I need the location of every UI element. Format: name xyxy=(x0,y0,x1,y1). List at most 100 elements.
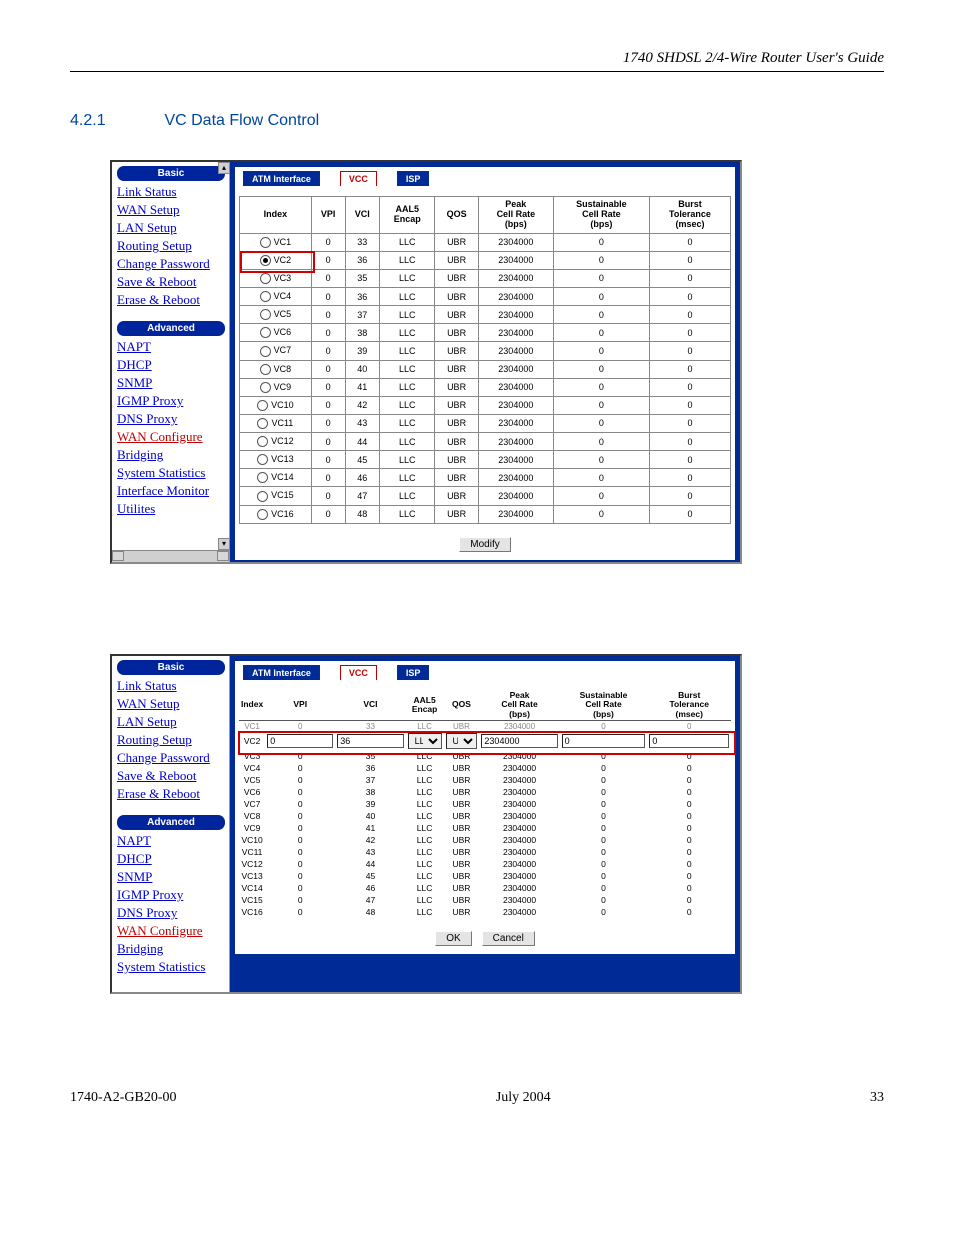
tab-isp[interactable]: ISP xyxy=(397,171,430,186)
sidebar-item-interface-monitor[interactable]: Interface Monitor xyxy=(115,482,229,500)
table-row[interactable]: VC14046LLCUBR230400000 xyxy=(240,469,731,487)
burst-input[interactable] xyxy=(649,734,729,748)
cell-vci: 43 xyxy=(345,414,380,432)
cancel-button[interactable]: Cancel xyxy=(482,931,535,946)
modify-button[interactable]: Modify xyxy=(459,537,510,552)
tab-atm-interface[interactable]: ATM Interface xyxy=(243,171,320,186)
table-row[interactable]: VC4036LLCUBR230400000 xyxy=(240,288,731,306)
encap-select[interactable]: LLC xyxy=(408,733,442,749)
sidebar-item-save-reboot[interactable]: Save & Reboot xyxy=(115,767,229,785)
sidebar-item-link-status[interactable]: Link Status xyxy=(115,677,229,695)
sidebar-item-wan-setup[interactable]: WAN Setup xyxy=(115,201,229,219)
cell-vpi: 0 xyxy=(311,396,345,414)
sidebar-item-dhcp[interactable]: DHCP xyxy=(115,850,229,868)
sidebar-item-dns-proxy[interactable]: DNS Proxy xyxy=(115,904,229,922)
table-row[interactable]: VC3035LLCUBR230400000 xyxy=(240,269,731,287)
table-row: VC7039LLCUBR230400000 xyxy=(239,798,731,810)
sidebar-item-system-statistics[interactable]: System Statistics xyxy=(115,958,229,976)
cell-encap: LLC xyxy=(380,251,435,269)
row-radio[interactable] xyxy=(260,237,271,248)
cell-vci: 35 xyxy=(345,269,380,287)
sidebar-item-lan-setup[interactable]: LAN Setup xyxy=(115,713,229,731)
sidebar: Basic Link StatusWAN SetupLAN SetupRouti… xyxy=(112,656,230,992)
sidebar-item-save-reboot[interactable]: Save & Reboot xyxy=(115,273,229,291)
sidebar-item-igmp-proxy[interactable]: IGMP Proxy xyxy=(115,392,229,410)
sidebar-item-dns-proxy[interactable]: DNS Proxy xyxy=(115,410,229,428)
row-radio[interactable] xyxy=(260,382,271,393)
row-radio[interactable] xyxy=(260,309,271,320)
row-radio[interactable] xyxy=(257,418,268,429)
cell-encap: LLC xyxy=(406,798,444,810)
sidebar-item-wan-configure[interactable]: WAN Configure xyxy=(115,428,229,446)
table-row[interactable]: VC2036LLCUBR230400000 xyxy=(240,251,731,269)
row-radio[interactable] xyxy=(260,327,271,338)
tab-vcc[interactable]: VCC xyxy=(340,171,377,186)
sidebar-item-lan-setup[interactable]: LAN Setup xyxy=(115,219,229,237)
sidebar-item-utilites[interactable]: Utilites xyxy=(115,500,229,518)
sidebar-item-wan-configure[interactable]: WAN Configure xyxy=(115,922,229,940)
tab-isp[interactable]: ISP xyxy=(397,665,430,680)
peak-input[interactable] xyxy=(481,734,557,748)
scroll-up-icon[interactable]: ▴ xyxy=(218,162,230,174)
row-radio[interactable] xyxy=(257,454,268,465)
row-index: VC16 xyxy=(271,509,294,519)
table-row[interactable]: VC6038LLCUBR230400000 xyxy=(240,324,731,342)
row-radio[interactable] xyxy=(260,346,271,357)
sidebar-item-routing-setup[interactable]: Routing Setup xyxy=(115,237,229,255)
row-radio[interactable] xyxy=(257,472,268,483)
sidebar-item-change-password[interactable]: Change Password xyxy=(115,749,229,767)
sidebar-item-bridging[interactable]: Bridging xyxy=(115,446,229,464)
cell-idx: VC7 xyxy=(239,798,265,810)
row-radio[interactable] xyxy=(260,273,271,284)
table-row[interactable]: VC1033LLCUBR230400000 xyxy=(240,233,731,251)
cell-vpi: 0 xyxy=(311,360,345,378)
table-row[interactable]: VC12044LLCUBR230400000 xyxy=(240,433,731,451)
qos-select[interactable]: UBR xyxy=(446,733,478,749)
row-radio[interactable] xyxy=(260,291,271,302)
cell-sus: 0 xyxy=(553,469,649,487)
row-radio[interactable] xyxy=(260,364,271,375)
cell-burst: 0 xyxy=(647,858,731,870)
table-row[interactable]: VC15047LLCUBR230400000 xyxy=(240,487,731,505)
table-row[interactable]: VC13045LLCUBR230400000 xyxy=(240,451,731,469)
scroll-down-icon[interactable]: ▾ xyxy=(218,538,230,550)
cell-burst: 0 xyxy=(649,487,730,505)
column-header: SustainableCell Rate(bps) xyxy=(560,690,648,721)
sidebar-item-snmp[interactable]: SNMP xyxy=(115,374,229,392)
sidebar-item-change-password[interactable]: Change Password xyxy=(115,255,229,273)
table-row[interactable]: VC7039LLCUBR230400000 xyxy=(240,342,731,360)
table-row[interactable]: VC11043LLCUBR230400000 xyxy=(240,414,731,432)
sidebar-category-basic: Basic xyxy=(117,660,225,675)
tab-atm-interface[interactable]: ATM Interface xyxy=(243,665,320,680)
sidebar-item-system-statistics[interactable]: System Statistics xyxy=(115,464,229,482)
table-row[interactable]: VC16048LLCUBR230400000 xyxy=(240,505,731,523)
cell-encap: LLC xyxy=(406,846,444,858)
table-row[interactable]: VC5037LLCUBR230400000 xyxy=(240,306,731,324)
sidebar-item-snmp[interactable]: SNMP xyxy=(115,868,229,886)
sidebar-item-erase-reboot[interactable]: Erase & Reboot xyxy=(115,785,229,803)
sidebar-item-napt[interactable]: NAPT xyxy=(115,832,229,850)
row-radio[interactable] xyxy=(257,491,268,502)
sidebar-item-link-status[interactable]: Link Status xyxy=(115,183,229,201)
row-radio[interactable] xyxy=(257,400,268,411)
sidebar-item-routing-setup[interactable]: Routing Setup xyxy=(115,731,229,749)
table-row[interactable]: VC9041LLCUBR230400000 xyxy=(240,378,731,396)
sidebar-item-igmp-proxy[interactable]: IGMP Proxy xyxy=(115,886,229,904)
cell-burst: 0 xyxy=(649,342,730,360)
sidebar-item-napt[interactable]: NAPT xyxy=(115,338,229,356)
table-row[interactable]: VC8040LLCUBR230400000 xyxy=(240,360,731,378)
vpi-input[interactable] xyxy=(267,734,333,748)
sidebar-item-bridging[interactable]: Bridging xyxy=(115,940,229,958)
vci-input[interactable] xyxy=(337,734,403,748)
sidebar-item-wan-setup[interactable]: WAN Setup xyxy=(115,695,229,713)
ok-button[interactable]: OK xyxy=(435,931,471,946)
row-radio[interactable] xyxy=(257,436,268,447)
tab-vcc[interactable]: VCC xyxy=(340,665,377,680)
row-radio[interactable] xyxy=(257,509,268,520)
scroll-horizontal[interactable] xyxy=(112,550,229,562)
sustainable-input[interactable] xyxy=(562,734,646,748)
row-radio[interactable] xyxy=(260,255,271,266)
sidebar-item-dhcp[interactable]: DHCP xyxy=(115,356,229,374)
table-row[interactable]: VC10042LLCUBR230400000 xyxy=(240,396,731,414)
sidebar-item-erase-reboot[interactable]: Erase & Reboot xyxy=(115,291,229,309)
